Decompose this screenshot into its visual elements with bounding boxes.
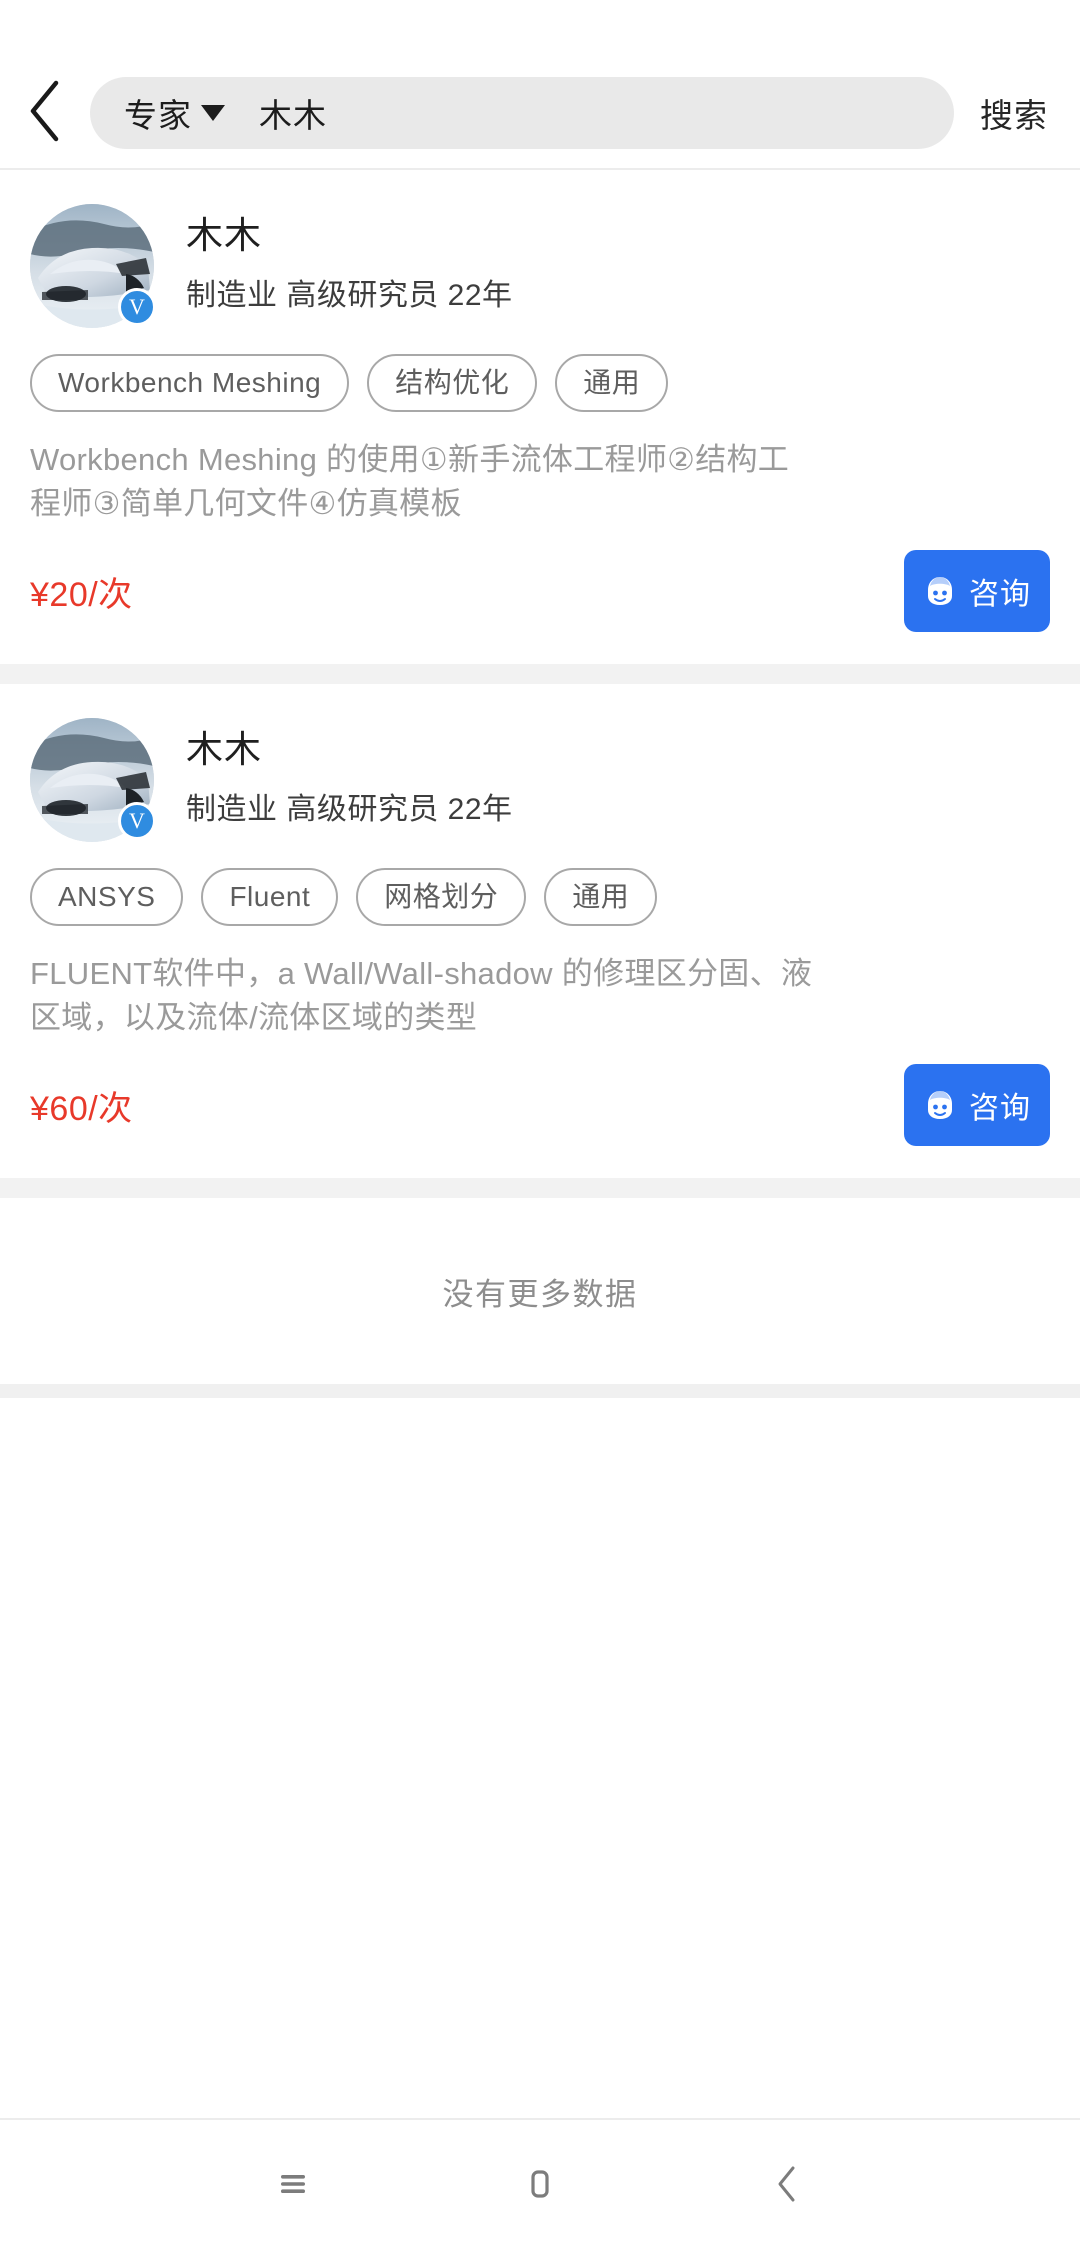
expert-card[interactable]: V 木木 制造业 高级研究员 22年 ANSYS Fluent 网格划分 通用 … <box>0 684 1080 1179</box>
expert-price-row: ¥20/次 咨询 <box>30 548 1050 634</box>
expert-identity: 木木 制造业 高级研究员 22年 <box>186 204 513 312</box>
expert-tag[interactable]: ANSYS <box>30 868 184 927</box>
expert-card[interactable]: V 木木 制造业 高级研究员 22年 Workbench Meshing 结构优… <box>0 170 1080 665</box>
recents-button[interactable] <box>233 2119 353 2249</box>
no-more-data-section: 没有更多数据 <box>0 1198 1080 1385</box>
expert-name: 木木 <box>186 729 262 771</box>
expert-tag-list: Workbench Meshing 结构优化 通用 <box>30 354 1050 413</box>
expert-tag[interactable]: 网格划分 <box>356 868 527 927</box>
expert-header: V 木木 制造业 高级研究员 22年 <box>30 204 1050 328</box>
home-button[interactable] <box>480 2119 600 2249</box>
search-category-label: 专家 <box>124 97 192 134</box>
expert-price: ¥20/次 <box>30 575 133 614</box>
search-input[interactable]: 专家 木木 <box>90 77 954 149</box>
expert-identity: 木木 制造业 高级研究员 22年 <box>186 718 513 826</box>
app-header: 专家 木木 搜索 <box>0 58 1080 170</box>
consult-button-label: 咨询 <box>969 1092 1031 1126</box>
customer-service-icon <box>923 1088 957 1122</box>
expert-meta: 制造业 高级研究员 22年 <box>186 278 513 312</box>
home-square-icon <box>518 2162 562 2206</box>
caret-down-icon <box>201 105 225 121</box>
expert-name: 木木 <box>186 215 262 256</box>
expert-tag[interactable]: Workbench Meshing <box>30 354 350 413</box>
avatar[interactable]: V <box>30 204 156 328</box>
verified-badge: V <box>118 288 156 326</box>
expert-meta: 制造业 高级研究员 22年 <box>186 792 513 826</box>
chevron-left-icon <box>765 2160 809 2208</box>
expert-description: Workbench Meshing 的使用①新手流体工程师②结构工程师③简单几何… <box>30 442 790 522</box>
android-navigation-bar <box>0 2118 1080 2248</box>
customer-service-icon <box>923 574 957 608</box>
expert-tag-list: ANSYS Fluent 网格划分 通用 <box>30 868 1050 927</box>
expert-header: V 木木 制造业 高级研究员 22年 <box>30 718 1050 843</box>
empty-scroll-area <box>0 1398 1080 2183</box>
expert-description: FLUENT软件中，a Wall/Wall-shadow 的修理区分固、液区域，… <box>30 956 813 1036</box>
expert-price-row: ¥60/次 咨询 <box>30 1062 1050 1148</box>
expert-result-list: V 木木 制造业 高级研究员 22年 Workbench Meshing 结构优… <box>0 170 1080 1399</box>
verified-badge: V <box>118 802 156 841</box>
search-submit-button[interactable]: 搜索 <box>974 79 1054 147</box>
expert-tag[interactable]: 通用 <box>544 868 658 927</box>
list-bottom-divider <box>0 1384 1080 1399</box>
consult-button-label: 咨询 <box>969 578 1031 612</box>
consult-button[interactable]: 咨询 <box>904 1064 1050 1147</box>
no-more-data-text: 没有更多数据 <box>442 1276 638 1312</box>
expert-tag[interactable]: 结构优化 <box>367 354 538 413</box>
consult-button[interactable]: 咨询 <box>904 550 1050 633</box>
avatar[interactable]: V <box>30 718 156 843</box>
expert-tag[interactable]: Fluent <box>201 868 339 927</box>
status-bar <box>0 0 1080 58</box>
chevron-left-icon <box>25 79 65 148</box>
search-category-dropdown[interactable]: 专家 <box>124 89 225 137</box>
menu-icon <box>271 2162 315 2206</box>
expert-tag[interactable]: 通用 <box>555 354 669 413</box>
header-back-button[interactable] <box>0 57 90 169</box>
search-query-text: 木木 <box>259 97 327 134</box>
nav-back-button[interactable] <box>727 2119 847 2249</box>
expert-price: ¥60/次 <box>30 1089 133 1128</box>
